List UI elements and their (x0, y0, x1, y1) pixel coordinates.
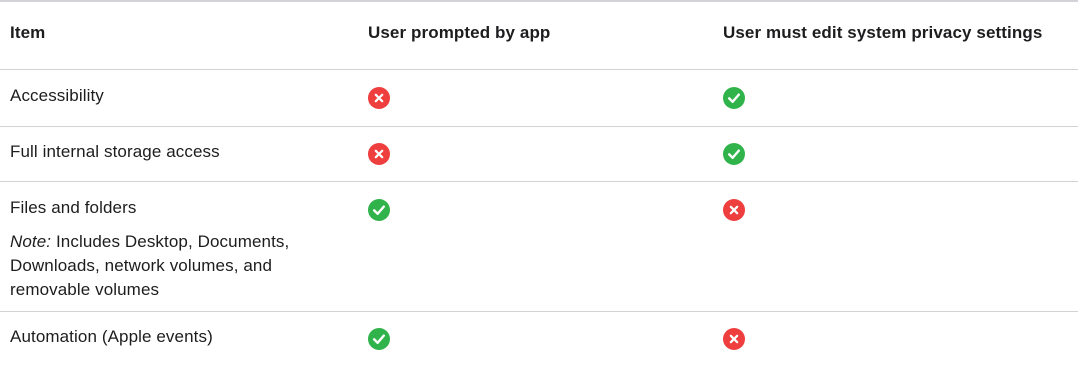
cell-prompted (358, 126, 713, 181)
header-user-prompted: User prompted by app (368, 23, 551, 42)
cell-prompted (358, 311, 713, 371)
cell-prompted (358, 181, 713, 311)
note-label: Note: (10, 231, 52, 251)
cell-item: Files and folders Note: Includes Desktop… (0, 181, 358, 311)
header-item: Item (10, 23, 46, 42)
item-label: Automation (Apple events) (10, 326, 213, 346)
red-x-icon (368, 86, 390, 109)
cell-system (713, 126, 1078, 181)
table-row: Automation (Apple events) (0, 311, 1078, 371)
note-text: Includes Desktop, Documents, Downloads, … (10, 231, 290, 299)
privacy-permissions-table: Item User prompted by app User must edit… (0, 0, 1078, 371)
privacy-permissions-table-container: Item User prompted by app User must edit… (0, 0, 1078, 391)
item-label: Files and folders (10, 197, 137, 217)
cell-system (713, 181, 1078, 311)
cell-item: Automation (Apple events) (0, 311, 358, 371)
red-x-icon (723, 198, 745, 221)
table-row: Files and folders Note: Includes Desktop… (0, 181, 1078, 311)
green-checkmark-icon (723, 142, 745, 165)
table-body: Accessibility Full internal storage acce… (0, 69, 1078, 371)
cell-item: Full internal storage access (0, 126, 358, 181)
table-row: Full internal storage access (0, 126, 1078, 181)
item-label: Accessibility (10, 85, 104, 105)
cell-system (713, 69, 1078, 126)
header-row: Item User prompted by app User must edit… (0, 1, 1078, 69)
green-checkmark-icon (723, 86, 745, 109)
green-checkmark-icon (368, 327, 390, 350)
table-row: Accessibility (0, 69, 1078, 126)
table-header: Item User prompted by app User must edit… (0, 1, 1078, 69)
item-note: Note: Includes Desktop, Documents, Downl… (10, 230, 348, 302)
cell-item: Accessibility (0, 69, 358, 126)
green-checkmark-icon (368, 198, 390, 221)
red-x-icon (723, 327, 745, 350)
item-label: Full internal storage access (10, 141, 220, 161)
cell-system (713, 311, 1078, 371)
cell-prompted (358, 69, 713, 126)
red-x-icon (368, 142, 390, 165)
header-system-settings: User must edit system privacy settings (723, 23, 1043, 42)
